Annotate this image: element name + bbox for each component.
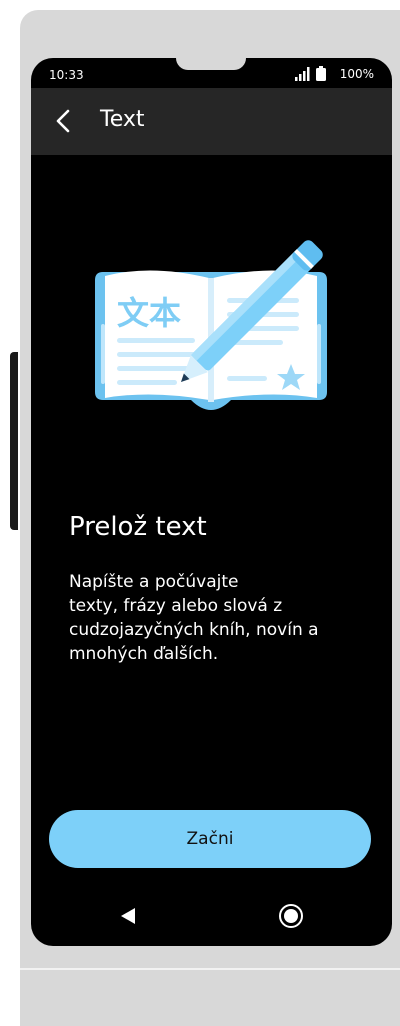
description-text: Napíšte a počúvajte texty, frázy alebo s… <box>69 570 369 666</box>
device-divider <box>20 968 400 970</box>
back-arrow-icon[interactable] <box>51 108 77 134</box>
device-side-button <box>10 352 18 530</box>
status-indicators: 100% <box>294 66 374 81</box>
phone-screen: 10:33 100% Text 文本 Prelož text Napíšte a… <box>31 58 392 946</box>
description-line: mnohých ďalších. <box>69 644 219 664</box>
description-line: cudzojazyčných kníh, novín a <box>69 620 319 640</box>
book-pencil-illustration: 文本 <box>95 240 327 410</box>
book-characters-text: 文本 <box>117 294 181 332</box>
battery-icon <box>315 66 326 81</box>
start-button[interactable]: Začni <box>49 810 371 868</box>
description-line: Napíšte a počúvajte <box>69 572 239 592</box>
headline: Prelož text <box>69 512 207 542</box>
page-title: Text <box>100 107 145 132</box>
nav-back-icon[interactable] <box>119 906 139 926</box>
app-bar: Text <box>31 88 392 155</box>
battery-percentage: 100% <box>339 66 374 81</box>
status-bar: 10:33 100% <box>31 58 392 88</box>
description-line: texty, frázy alebo slová z <box>69 596 283 616</box>
nav-home-icon[interactable] <box>278 903 304 929</box>
status-time: 10:33 <box>49 68 84 82</box>
signal-icon <box>294 66 310 81</box>
